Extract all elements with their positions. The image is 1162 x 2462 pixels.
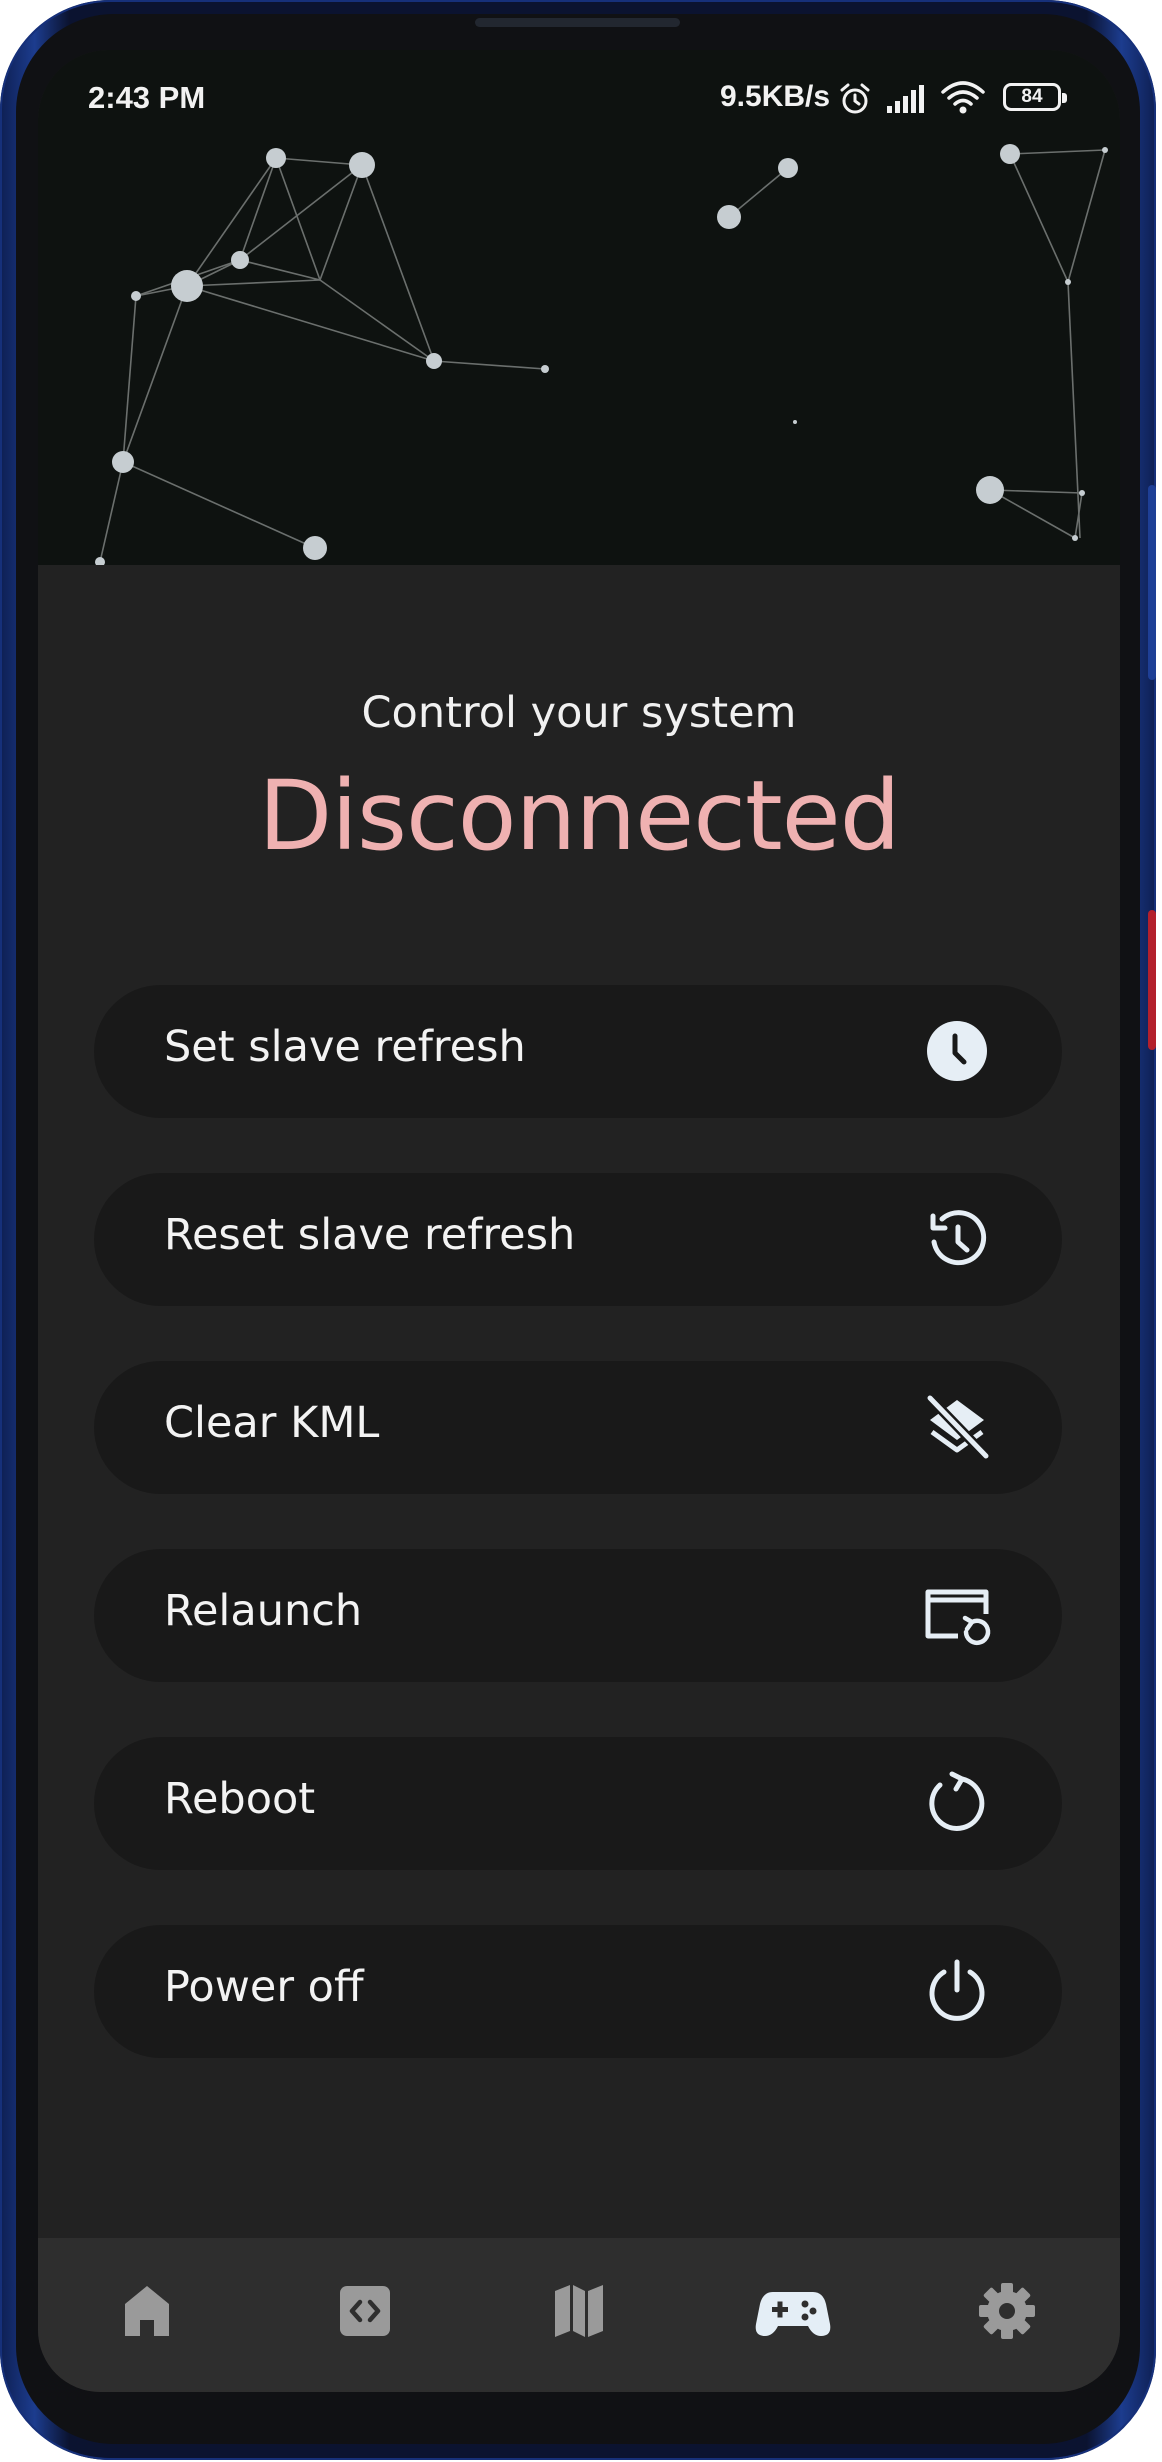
network-speed: 9.5KB/s <box>720 80 831 113</box>
history-icon <box>930 1210 987 1266</box>
signal-icon <box>887 85 924 113</box>
battery-icon: 84 <box>1003 83 1067 111</box>
reboot-button[interactable]: Reboot <box>94 1737 1062 1870</box>
app-screen: 2:43 PM 9.5KB/s 84 Control your system D… <box>38 50 1120 2392</box>
status-time: 2:43 PM <box>88 80 206 115</box>
settings-icon <box>979 2283 1035 2339</box>
volume-button <box>1148 485 1156 680</box>
power-off-button[interactable]: Power off <box>94 1925 1062 2058</box>
set-slave-refresh-button[interactable]: Set slave refresh <box>94 985 1062 1118</box>
relaunch-button[interactable]: Relaunch <box>94 1549 1062 1682</box>
nav-gamepad[interactable] <box>755 2278 831 2344</box>
reset-slave-refresh-button[interactable]: Reset slave refresh <box>94 1173 1062 1306</box>
bottom-navigation <box>38 2238 1120 2392</box>
connection-status: Disconnected <box>258 760 900 872</box>
restart-icon <box>929 1771 985 1831</box>
action-label: Reset slave refresh <box>164 1210 576 1260</box>
earpiece-speaker <box>475 18 680 27</box>
page-subtitle: Control your system <box>361 688 797 738</box>
code-icon <box>340 2286 390 2336</box>
clock-icon <box>927 1021 987 1081</box>
phone-frame: 2:43 PM 9.5KB/s 84 Control your system D… <box>0 0 1156 2460</box>
action-label: Power off <box>164 1962 364 2012</box>
power-button <box>1148 910 1156 1050</box>
layers-clear-icon <box>926 1394 990 1460</box>
nav-code[interactable] <box>327 2278 403 2344</box>
home-icon <box>125 2286 169 2336</box>
nav-settings[interactable] <box>969 2278 1045 2344</box>
relaunch-screen-icon <box>925 1589 991 1646</box>
action-label: Clear KML <box>164 1398 380 1448</box>
wifi-icon <box>941 81 985 114</box>
alarm-icon <box>840 83 870 114</box>
action-label: Set slave refresh <box>164 1022 526 1072</box>
status-bar: 2:43 PM 9.5KB/s 84 <box>38 50 1120 150</box>
nav-map[interactable] <box>541 2278 617 2344</box>
power-icon <box>929 1959 985 2021</box>
nav-home[interactable] <box>109 2278 185 2344</box>
gamepad-icon <box>755 2292 831 2336</box>
clear-kml-button[interactable]: Clear KML <box>94 1361 1062 1494</box>
action-label: Relaunch <box>164 1586 363 1636</box>
action-label: Reboot <box>164 1774 316 1824</box>
map-icon <box>555 2285 603 2337</box>
header-animation: 2:43 PM 9.5KB/s 84 <box>38 50 1120 565</box>
